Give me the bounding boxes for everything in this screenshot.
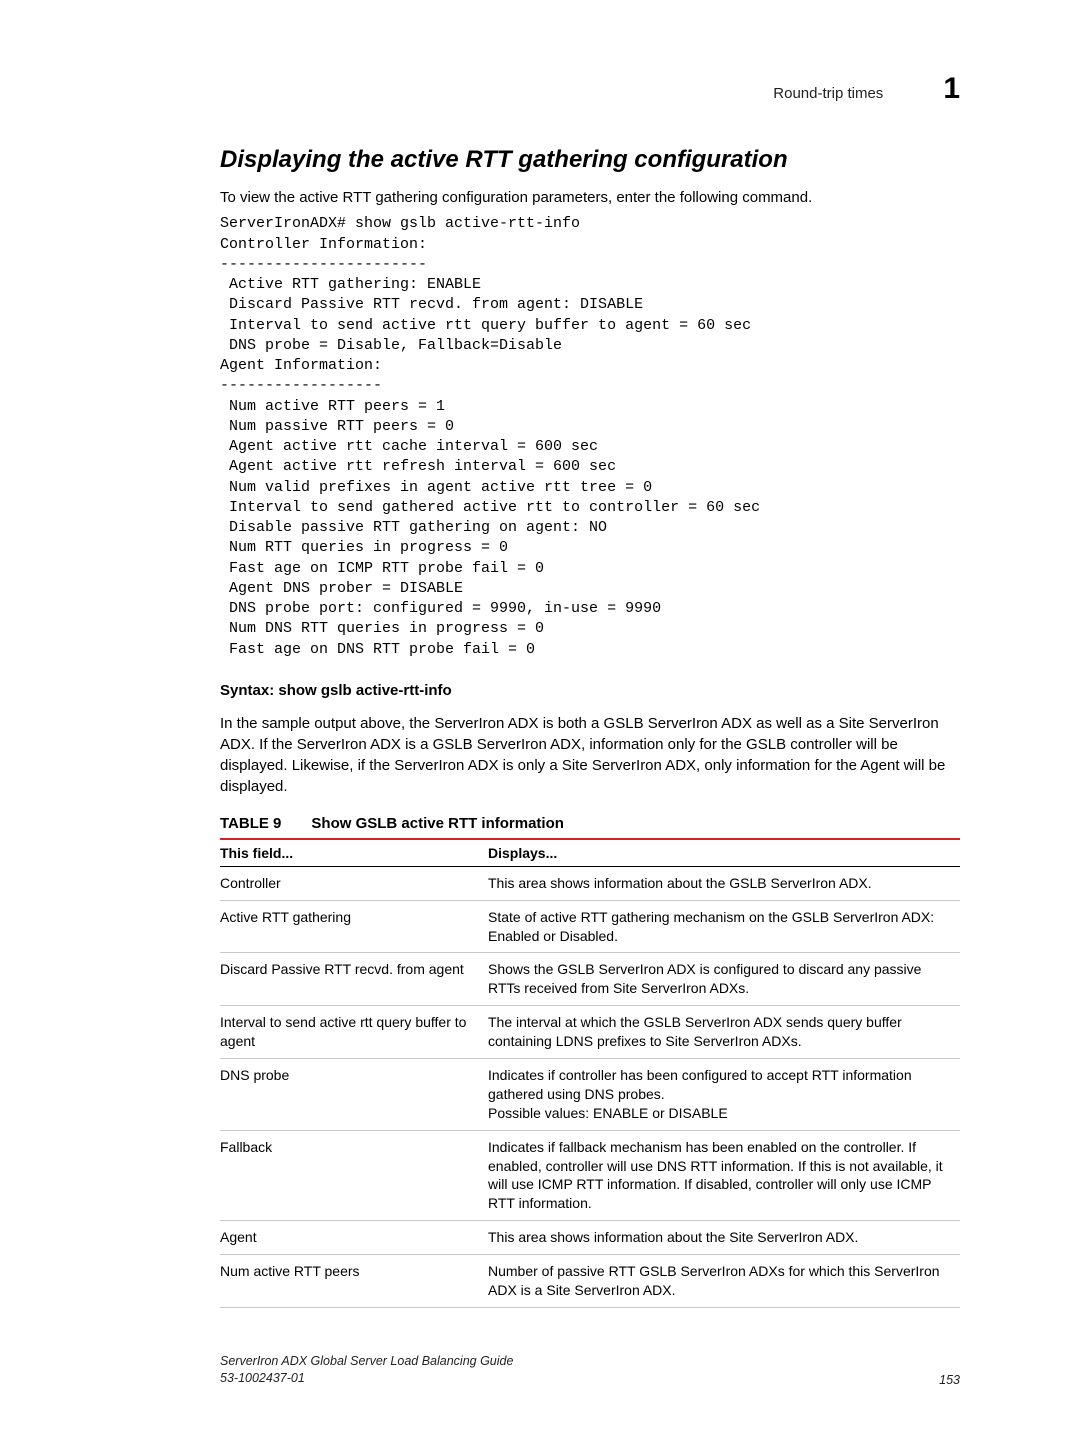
table-row: Active RTT gatheringState of active RTT …: [220, 900, 960, 953]
chapter-number: 1: [943, 72, 960, 106]
page-header: Round-trip times 1: [220, 72, 960, 106]
table-heading: TABLE 9 Show GSLB active RTT information: [220, 815, 960, 832]
table-body: ControllerThis area shows information ab…: [220, 866, 960, 1307]
syntax-command: show gslb active-rtt-info: [278, 682, 451, 699]
table-cell-displays: Number of passive RTT GSLB ServerIron AD…: [488, 1255, 960, 1308]
table-cell-displays: Shows the GSLB ServerIron ADX is configu…: [488, 953, 960, 1006]
col-header-field: This field...: [220, 839, 488, 867]
table-cell-field: Fallback: [220, 1130, 488, 1221]
table-cell-field: Controller: [220, 866, 488, 900]
table-cell-field: Num active RTT peers: [220, 1255, 488, 1308]
table-cell-displays: Indicates if controller has been configu…: [488, 1058, 960, 1130]
document-page: Round-trip times 1 Displaying the active…: [0, 0, 1080, 1447]
table-cell-field: Active RTT gathering: [220, 900, 488, 953]
table-row: Num active RTT peersNumber of passive RT…: [220, 1255, 960, 1308]
table-cell-field: Agent: [220, 1221, 488, 1255]
table-row: AgentThis area shows information about t…: [220, 1221, 960, 1255]
syntax-label: Syntax:: [220, 682, 274, 699]
explanation-text: In the sample output above, the ServerIr…: [220, 713, 960, 797]
table-cell-displays: This area shows information about the GS…: [488, 866, 960, 900]
table-label: TABLE 9: [220, 815, 281, 832]
table-row: ControllerThis area shows information ab…: [220, 866, 960, 900]
table-cell-displays: This area shows information about the Si…: [488, 1221, 960, 1255]
section-title: Displaying the active RTT gathering conf…: [220, 146, 960, 174]
table-cell-displays: Indicates if fallback mechanism has been…: [488, 1130, 960, 1221]
table-row: Discard Passive RTT recvd. from agentSho…: [220, 953, 960, 1006]
table-header-row: This field... Displays...: [220, 839, 960, 867]
code-block: ServerIronADX# show gslb active-rtt-info…: [220, 214, 960, 660]
syntax-line: Syntax: show gslb active-rtt-info: [220, 682, 960, 699]
table-row: FallbackIndicates if fallback mechanism …: [220, 1130, 960, 1221]
footer-docnum: 53-1002437-01: [220, 1371, 305, 1385]
intro-text: To view the active RTT gathering configu…: [220, 188, 960, 208]
col-header-displays: Displays...: [488, 839, 960, 867]
table-title: Show GSLB active RTT information: [311, 815, 564, 832]
table-cell-field: Interval to send active rtt query buffer…: [220, 1006, 488, 1059]
table-cell-field: DNS probe: [220, 1058, 488, 1130]
header-section-label: Round-trip times: [773, 85, 883, 102]
info-table: This field... Displays... ControllerThis…: [220, 838, 960, 1308]
table-cell-displays: State of active RTT gathering mechanism …: [488, 900, 960, 953]
table-cell-displays: The interval at which the GSLB ServerIro…: [488, 1006, 960, 1059]
table-row: Interval to send active rtt query buffer…: [220, 1006, 960, 1059]
footer-guide: ServerIron ADX Global Server Load Balanc…: [220, 1354, 513, 1368]
page-footer: ServerIron ADX Global Server Load Balanc…: [220, 1353, 960, 1387]
footer-page-number: 153: [939, 1373, 960, 1387]
table-cell-field: Discard Passive RTT recvd. from agent: [220, 953, 488, 1006]
table-row: DNS probeIndicates if controller has bee…: [220, 1058, 960, 1130]
